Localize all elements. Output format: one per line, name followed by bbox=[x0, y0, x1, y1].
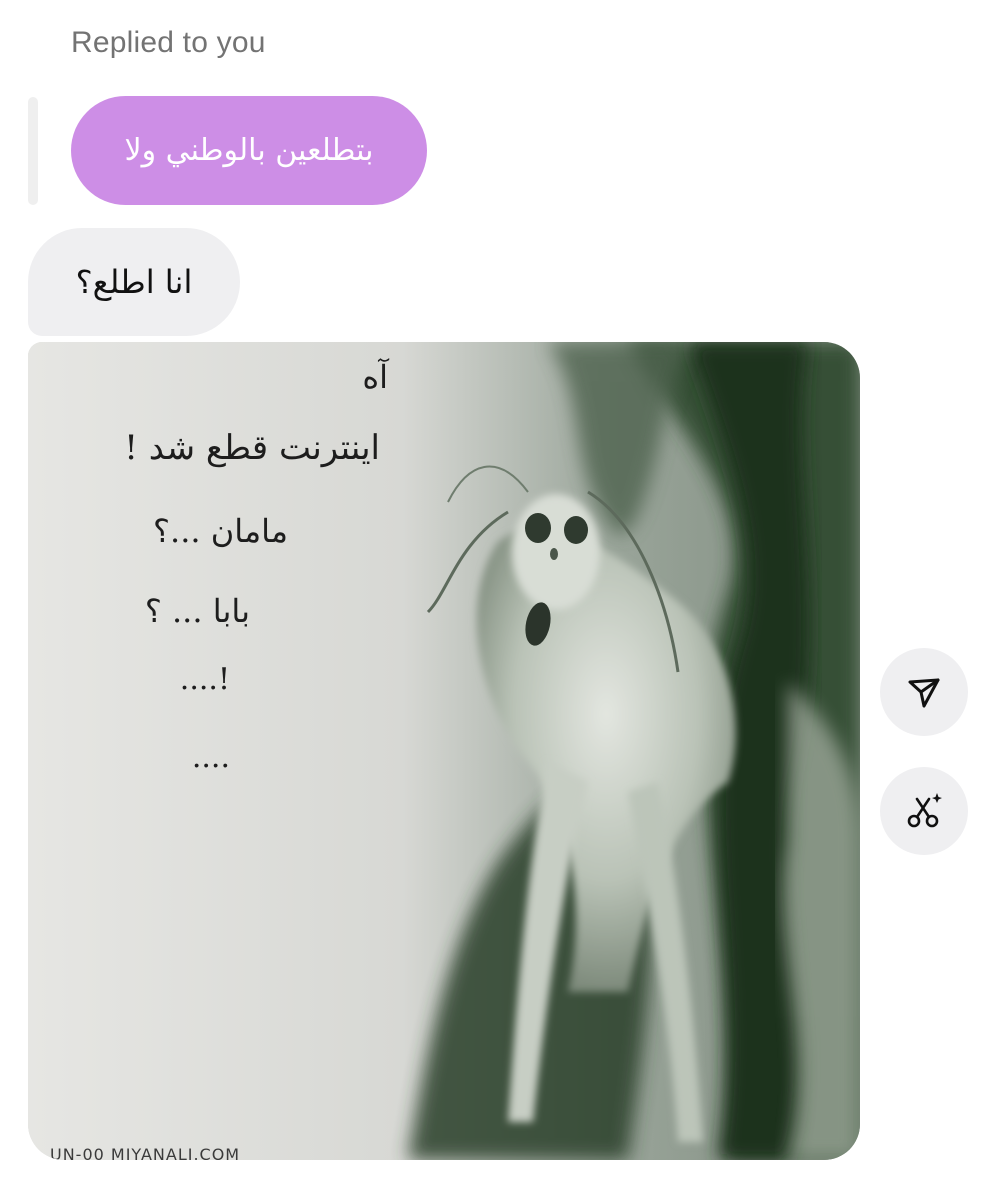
reply-indicator-bar bbox=[28, 97, 38, 205]
quoted-message-text: بتطلعين بالوطني ولا bbox=[124, 133, 374, 168]
sparkle-scissors-icon bbox=[907, 793, 942, 828]
meme-text-line-3: مامان ...؟ bbox=[153, 512, 288, 550]
message-bubble[interactable]: انا اطلع؟ bbox=[28, 228, 240, 336]
meme-text-line-2: اينترنت قطع شد ! bbox=[124, 428, 380, 468]
send-icon bbox=[908, 678, 940, 708]
remix-button[interactable] bbox=[880, 767, 968, 855]
message-text: انا اطلع؟ bbox=[75, 263, 193, 301]
image-message[interactable]: آه اينترنت قطع شد ! مامان ...؟ بابا ... … bbox=[28, 342, 860, 1160]
reply-header: Replied to you bbox=[71, 26, 266, 59]
meme-text-line-5: !.... bbox=[179, 662, 230, 697]
quoted-message-bubble[interactable]: بتطلعين بالوطني ولا bbox=[71, 96, 427, 205]
image-watermark: UN-00 MIYANALI.COM bbox=[50, 1145, 241, 1160]
meme-text-line-1: آه bbox=[362, 358, 388, 396]
meme-text-line-4: بابا ... ؟ bbox=[144, 592, 250, 630]
meme-text-line-6: .... bbox=[191, 740, 230, 775]
share-button[interactable] bbox=[880, 648, 968, 736]
